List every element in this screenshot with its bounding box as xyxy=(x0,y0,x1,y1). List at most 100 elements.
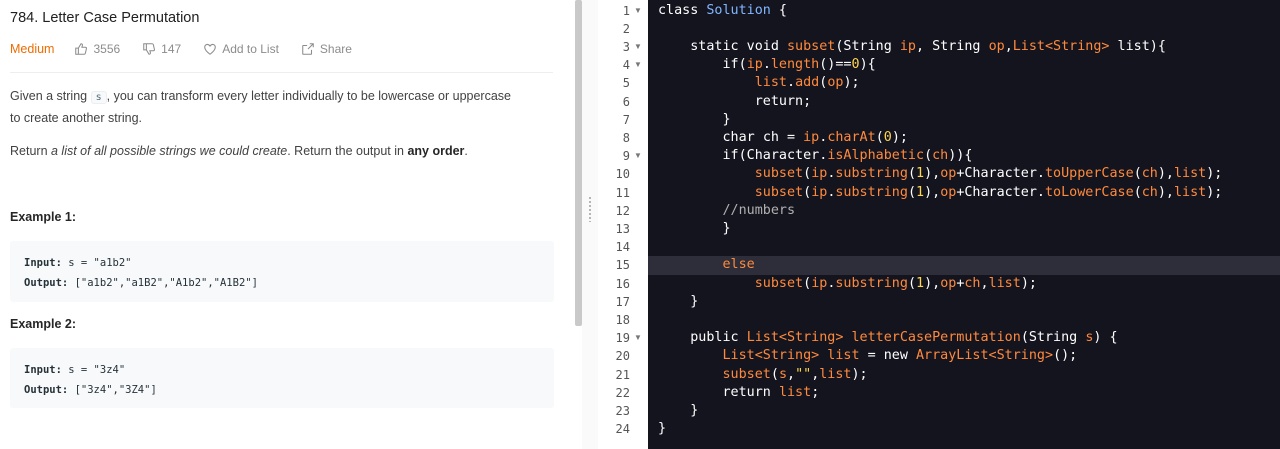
description-text: . Return the output in xyxy=(287,144,408,158)
code-token: List<String> xyxy=(1012,39,1110,54)
drag-handle-icon[interactable] xyxy=(588,196,592,222)
fold-arrow-icon[interactable]: ▼ xyxy=(634,38,642,56)
difficulty-badge: Medium xyxy=(10,42,55,56)
line-number: 2 xyxy=(622,21,630,36)
code-token: (String xyxy=(1020,330,1086,346)
code-line[interactable]: else xyxy=(658,256,755,274)
description-emphasis: a list of all possible strings we could … xyxy=(51,144,288,158)
code-token: subset xyxy=(658,366,771,382)
code-line[interactable]: List<String> list = new ArrayList<String… xyxy=(658,347,1077,365)
code-token: class xyxy=(658,2,707,18)
code-token: static void xyxy=(658,39,787,54)
code-token: ch xyxy=(1141,166,1158,182)
code-token: Solution xyxy=(706,2,771,18)
output-label: Output: xyxy=(24,277,69,289)
line-number: 23 xyxy=(615,404,630,418)
code-token: char xyxy=(658,130,763,145)
code-token: (Character. xyxy=(738,148,828,164)
code-line[interactable]: //numbers xyxy=(658,202,795,220)
code-token: subset xyxy=(658,184,804,200)
likes-count: 3556 xyxy=(93,42,121,56)
line-number: 8 xyxy=(622,131,630,145)
dislike-button[interactable]: 147 xyxy=(142,42,181,56)
code-line[interactable]: subset(s,"",list); xyxy=(658,366,867,384)
code-token: public xyxy=(658,330,747,346)
code-token: list xyxy=(988,275,1021,291)
code-line[interactable]: } xyxy=(658,402,698,420)
code-line[interactable]: if(Character.isAlphabetic(ch)){ xyxy=(658,147,972,165)
code-line[interactable]: return list; xyxy=(658,384,819,402)
code-line[interactable]: subset(ip.substring(1),op+Character.toLo… xyxy=(658,184,1223,202)
code-token: , xyxy=(980,275,989,291)
code-line[interactable]: char ch = ip.charAt(0); xyxy=(658,129,908,147)
code-editor[interactable]: class Solution { static void subset(Stri… xyxy=(648,0,1280,449)
code-token: ( xyxy=(907,166,916,182)
fold-arrow-icon[interactable]: ▼ xyxy=(634,2,642,20)
code-line[interactable]: } xyxy=(658,111,730,129)
dislikes-count: 147 xyxy=(161,42,182,56)
code-line[interactable]: } xyxy=(658,220,730,238)
description-text: Given a string xyxy=(10,89,91,103)
code-line[interactable]: list.add(op); xyxy=(658,74,860,92)
code-token: ( xyxy=(907,184,916,200)
code-token: ); xyxy=(891,130,908,145)
line-number: 6 xyxy=(622,94,630,109)
line-number: 12 xyxy=(615,203,630,218)
line-number: 19 xyxy=(615,331,630,346)
code-token: ip xyxy=(746,57,763,73)
input-label: Input: xyxy=(24,257,62,269)
add-to-list-label: Add to List xyxy=(222,42,279,56)
code-token: 0 xyxy=(851,57,860,73)
description-text: , you can transform every letter individ… xyxy=(106,89,511,103)
code-token: list xyxy=(1174,184,1207,200)
code-token: . xyxy=(787,75,796,91)
code-token: ip xyxy=(899,39,916,54)
example-2-box: Input: s = "3z4" Output: ["3z4","3Z4"] xyxy=(10,348,554,408)
code-token: ), xyxy=(1157,184,1174,200)
code-token: s xyxy=(778,366,787,382)
fold-arrow-icon[interactable]: ▼ xyxy=(634,56,642,74)
code-token: (); xyxy=(1053,348,1078,364)
description-scrollbar[interactable] xyxy=(575,0,582,326)
thumbs-down-icon xyxy=(143,43,156,55)
share-button[interactable]: Share xyxy=(301,42,352,56)
code-token: ( xyxy=(924,148,933,164)
code-token: return xyxy=(658,384,779,400)
code-token: ), xyxy=(1157,166,1174,182)
line-number: 7 xyxy=(622,112,630,127)
code-token: substring xyxy=(835,166,908,182)
code-token: add xyxy=(795,75,820,91)
code-token: ch xyxy=(762,130,779,145)
line-number: 17 xyxy=(615,294,630,309)
line-number: 20 xyxy=(615,349,630,364)
code-line[interactable]: return; xyxy=(658,93,811,111)
code-line[interactable]: class Solution { xyxy=(658,2,787,20)
fold-arrow-icon[interactable]: ▼ xyxy=(634,147,642,165)
code-token: list xyxy=(819,366,852,382)
code-token: ; xyxy=(811,384,820,400)
code-token: ip xyxy=(811,166,828,182)
code-token: list xyxy=(1174,166,1207,182)
code-line[interactable]: static void subset(String ip, String op,… xyxy=(658,38,1166,56)
code-line[interactable]: } xyxy=(658,420,666,438)
code-token: letterCasePermutation xyxy=(843,330,1021,346)
code-line[interactable]: subset(ip.substring(1),op+Character.toUp… xyxy=(658,165,1223,183)
line-number: 11 xyxy=(615,185,630,200)
like-button[interactable]: 3556 xyxy=(74,42,120,56)
fold-arrow-icon[interactable]: ▼ xyxy=(634,329,642,347)
code-token: +Character. xyxy=(956,166,1045,182)
code-line[interactable]: public List<String> letterCasePermutatio… xyxy=(658,329,1117,347)
code-token: else xyxy=(658,257,755,273)
code-token: subset xyxy=(787,39,836,54)
code-token: ), xyxy=(924,184,941,200)
panel-splitter[interactable] xyxy=(582,0,598,449)
line-number: 10 xyxy=(615,167,630,182)
code-token: op xyxy=(940,275,957,291)
code-token: list xyxy=(658,75,787,91)
code-token: ( xyxy=(770,366,779,382)
code-line[interactable]: if(ip.length()==0){ xyxy=(658,56,875,74)
code-line[interactable]: } xyxy=(658,293,698,311)
add-to-list-button[interactable]: Add to List xyxy=(203,42,279,56)
code-line[interactable]: subset(ip.substring(1),op+ch,list); xyxy=(658,275,1037,293)
output-label: Output: xyxy=(24,384,69,396)
